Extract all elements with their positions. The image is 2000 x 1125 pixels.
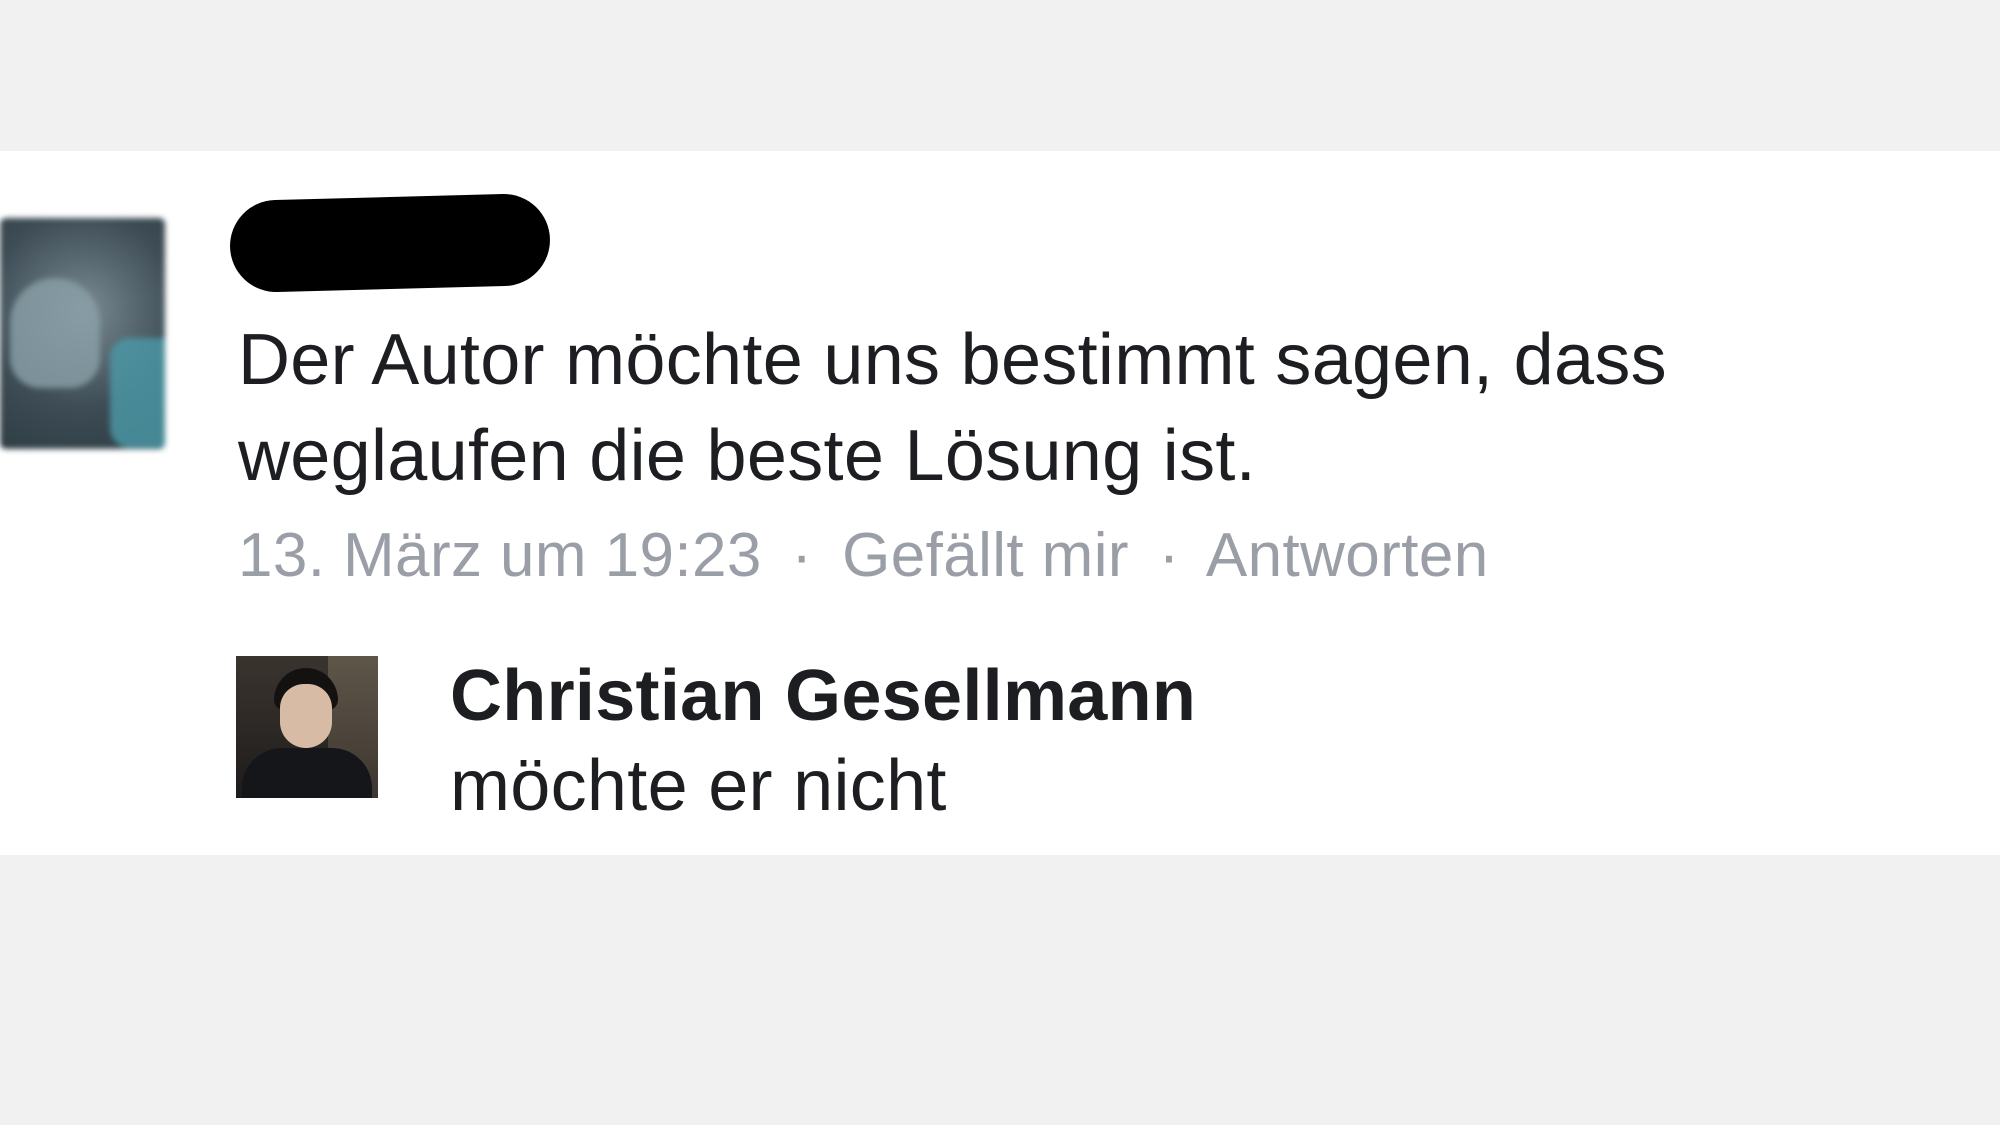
meta-separator: · [1158, 521, 1180, 590]
meta-separator: · [791, 521, 813, 590]
comment-body: Der Autor möchte uns bestimmt sagen, das… [238, 320, 1667, 496]
reply-author-name[interactable]: Christian Gesellmann [450, 651, 1196, 741]
comment-meta-row: 13. März um 19:23 · Gefällt mir · Antwor… [238, 516, 1489, 596]
avatar-body [242, 748, 372, 798]
comment-thread: Der Autor möchte uns bestimmt sagen, das… [0, 151, 2000, 855]
commenter-avatar-blurred[interactable] [0, 218, 165, 449]
reply-avatar[interactable] [236, 656, 378, 798]
like-link[interactable]: Gefällt mir [842, 521, 1129, 590]
reply-link[interactable]: Antworten [1206, 521, 1489, 590]
reply-body: möchte er nicht [450, 746, 947, 826]
redacted-commenter-name [228, 192, 552, 294]
avatar-face [280, 684, 332, 748]
comment-timestamp[interactable]: 13. März um 19:23 [238, 521, 762, 590]
